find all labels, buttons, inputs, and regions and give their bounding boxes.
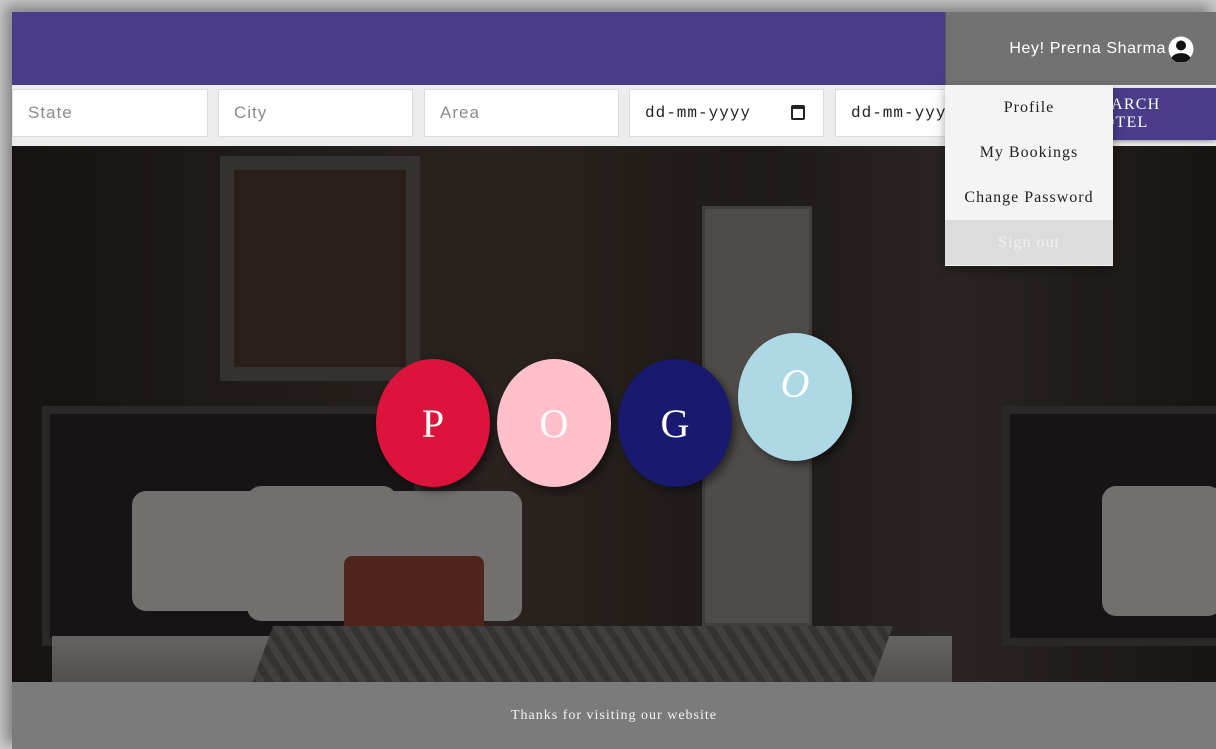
pogo-logo: P O G O [376,333,856,503]
user-menu-toggle[interactable]: Hey! Prerna Sharma [945,12,1216,85]
logo-letter-o: O [497,359,611,487]
logo-letter: G [660,400,690,446]
logo-letter: O [780,360,810,406]
checkin-date-value: dd-mm-yyyy [645,104,752,122]
menu-item-profile[interactable]: Profile [945,85,1113,130]
page-frame: Hey! Prerna Sharma dd-mm-yyyy dd-mm-yyyy… [12,12,1216,749]
city-input[interactable] [218,89,413,137]
user-avatar-icon [1168,36,1194,63]
area-input[interactable] [424,89,619,137]
checkout-date-value: dd-mm-yyyy [851,104,958,122]
logo-letter-g: G [618,359,732,487]
logo-letter: O [539,400,569,446]
user-greeting: Hey! Prerna Sharma [1009,39,1166,57]
logo-letter-p: P [376,359,490,487]
footer: Thanks for visiting our website [12,682,1216,749]
logo-letter-o-italic: O [738,333,852,461]
menu-item-change-password[interactable]: Change Password [945,175,1113,220]
footer-text: Thanks for visiting our website [511,707,717,723]
user-dropdown-menu: Profile My Bookings Change Password Sign… [945,85,1113,266]
calendar-icon[interactable] [791,105,805,120]
state-input[interactable] [12,89,208,137]
checkin-date-input[interactable]: dd-mm-yyyy [629,89,824,137]
menu-item-sign-out[interactable]: Sign out [945,220,1113,265]
menu-item-my-bookings[interactable]: My Bookings [945,130,1113,175]
logo-letter: P [421,400,445,446]
